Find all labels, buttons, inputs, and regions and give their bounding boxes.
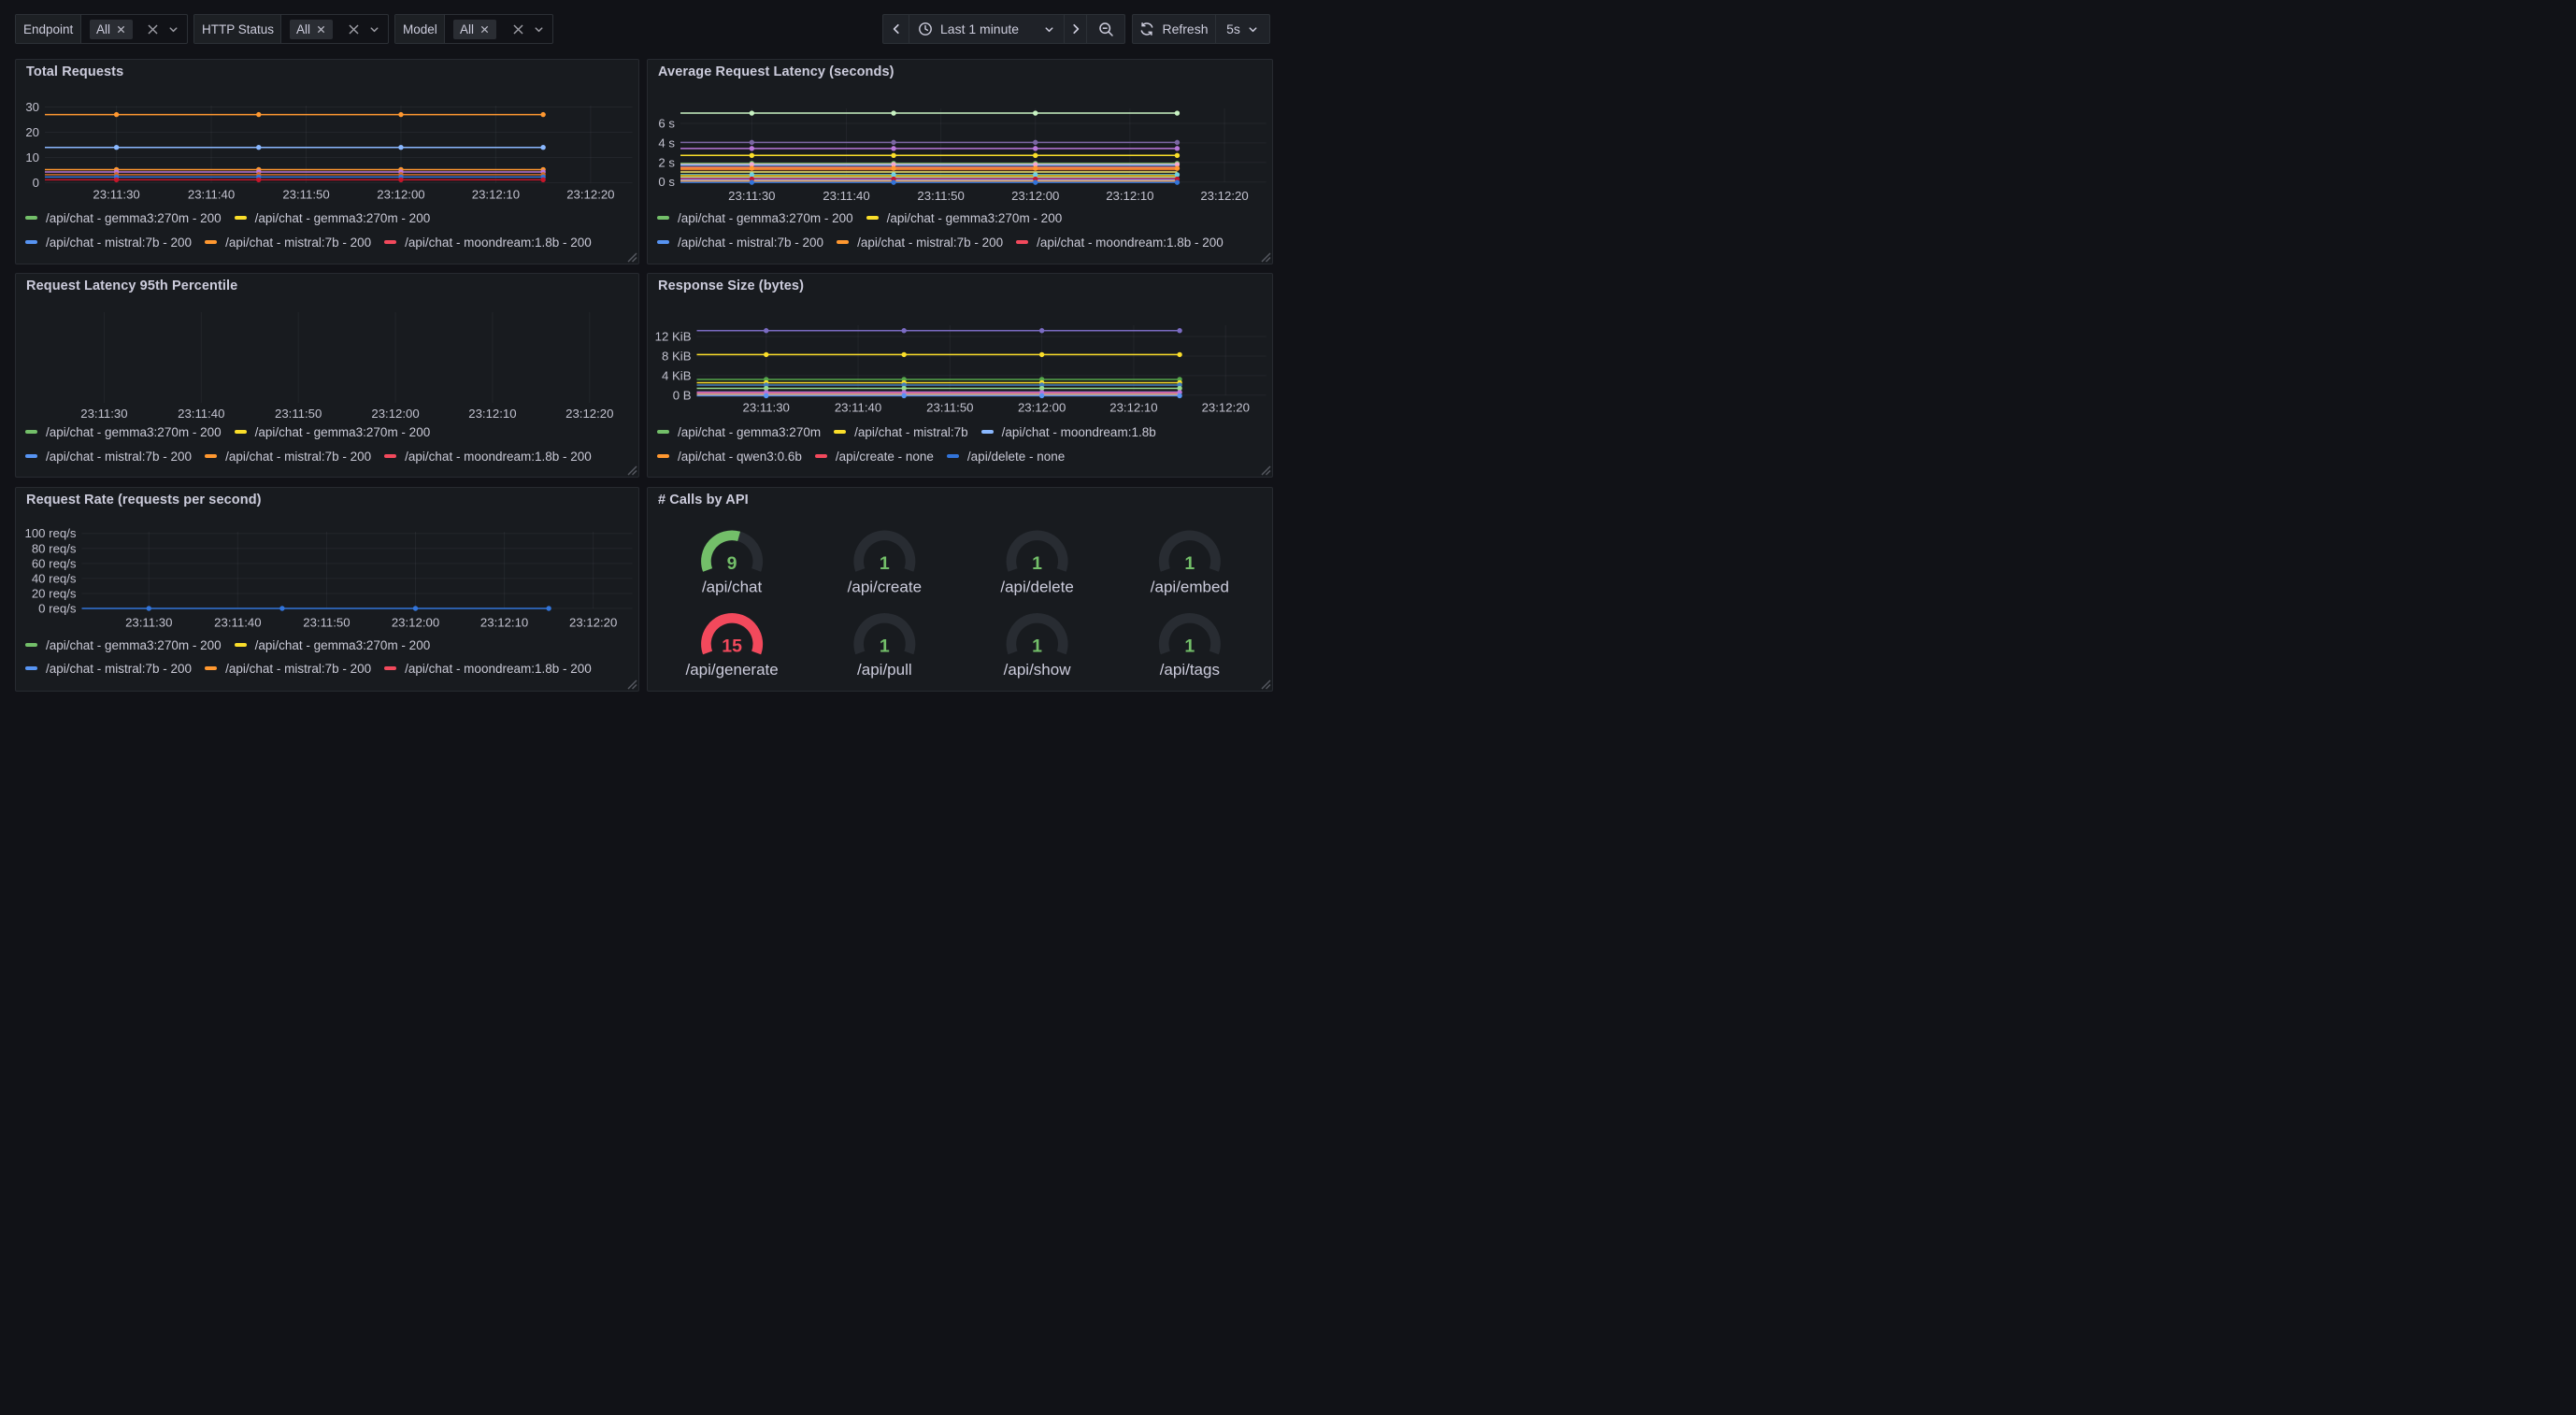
- svg-text:23:11:40: 23:11:40: [823, 189, 869, 203]
- svg-text:23:11:50: 23:11:50: [917, 189, 964, 203]
- svg-text:1: 1: [1184, 636, 1195, 657]
- svg-text:100 req/s: 100 req/s: [25, 526, 77, 540]
- svg-text:9: 9: [727, 553, 737, 574]
- svg-text:23:11:40: 23:11:40: [214, 616, 261, 630]
- svg-text:1: 1: [880, 553, 890, 574]
- svg-text:23:11:30: 23:11:30: [125, 616, 172, 630]
- svg-text:23:11:50: 23:11:50: [926, 401, 973, 415]
- svg-text:23:12:00: 23:12:00: [1018, 401, 1066, 415]
- svg-text:10: 10: [25, 150, 39, 164]
- svg-text:23:11:40: 23:11:40: [835, 401, 881, 415]
- svg-text:4 s: 4 s: [658, 136, 675, 150]
- svg-text:23:11:40: 23:11:40: [178, 407, 224, 421]
- svg-text:/api/pull: /api/pull: [857, 661, 912, 679]
- svg-text:23:11:50: 23:11:50: [303, 616, 350, 630]
- svg-text:20: 20: [25, 125, 39, 139]
- svg-text:23:12:00: 23:12:00: [371, 407, 419, 421]
- svg-text:1: 1: [1032, 553, 1042, 574]
- svg-text:23:11:50: 23:11:50: [275, 407, 322, 421]
- svg-text:20 req/s: 20 req/s: [32, 586, 77, 600]
- svg-text:23:12:10: 23:12:10: [472, 188, 520, 202]
- svg-text:23:11:30: 23:11:30: [93, 188, 139, 202]
- svg-text:23:11:30: 23:11:30: [80, 407, 127, 421]
- svg-text:/api/generate: /api/generate: [685, 661, 778, 679]
- svg-text:6 s: 6 s: [658, 117, 675, 131]
- svg-text:8 KiB: 8 KiB: [662, 349, 692, 363]
- svg-text:/api/chat: /api/chat: [702, 579, 763, 596]
- svg-text:23:12:00: 23:12:00: [392, 616, 439, 630]
- svg-text:0 s: 0 s: [658, 175, 675, 189]
- svg-text:23:12:20: 23:12:20: [566, 188, 614, 202]
- svg-text:60 req/s: 60 req/s: [32, 556, 77, 570]
- svg-text:23:12:10: 23:12:10: [480, 616, 528, 630]
- svg-text:23:12:10: 23:12:10: [468, 407, 516, 421]
- svg-text:1: 1: [1032, 636, 1042, 657]
- svg-text:12 KiB: 12 KiB: [655, 330, 692, 344]
- svg-text:80 req/s: 80 req/s: [32, 541, 77, 555]
- svg-text:23:12:00: 23:12:00: [1011, 189, 1059, 203]
- svg-text:15: 15: [722, 636, 742, 657]
- svg-text:40 req/s: 40 req/s: [32, 571, 77, 585]
- svg-text:1: 1: [1184, 553, 1195, 574]
- svg-text:23:12:20: 23:12:20: [1202, 401, 1250, 415]
- svg-text:0: 0: [33, 176, 39, 190]
- svg-text:23:12:20: 23:12:20: [565, 407, 613, 421]
- svg-text:/api/delete: /api/delete: [1000, 579, 1073, 596]
- svg-text:/api/create: /api/create: [848, 579, 922, 596]
- svg-text:23:11:30: 23:11:30: [728, 189, 775, 203]
- svg-text:30: 30: [25, 100, 39, 114]
- svg-text:23:12:10: 23:12:10: [1106, 189, 1153, 203]
- svg-text:/api/tags: /api/tags: [1160, 661, 1220, 679]
- svg-text:2 s: 2 s: [658, 155, 675, 169]
- svg-text:1: 1: [880, 636, 890, 657]
- svg-text:0 req/s: 0 req/s: [38, 602, 77, 616]
- svg-text:23:12:00: 23:12:00: [377, 188, 424, 202]
- svg-text:23:12:10: 23:12:10: [1109, 401, 1157, 415]
- svg-text:4 KiB: 4 KiB: [662, 368, 692, 382]
- svg-text:/api/embed: /api/embed: [1151, 579, 1229, 596]
- svg-text:23:12:20: 23:12:20: [1200, 189, 1248, 203]
- svg-text:/api/show: /api/show: [1004, 661, 1072, 679]
- svg-text:23:12:20: 23:12:20: [569, 616, 617, 630]
- svg-text:23:11:40: 23:11:40: [188, 188, 235, 202]
- svg-text:23:11:50: 23:11:50: [282, 188, 329, 202]
- svg-text:23:11:30: 23:11:30: [743, 401, 790, 415]
- svg-text:0 B: 0 B: [673, 388, 692, 402]
